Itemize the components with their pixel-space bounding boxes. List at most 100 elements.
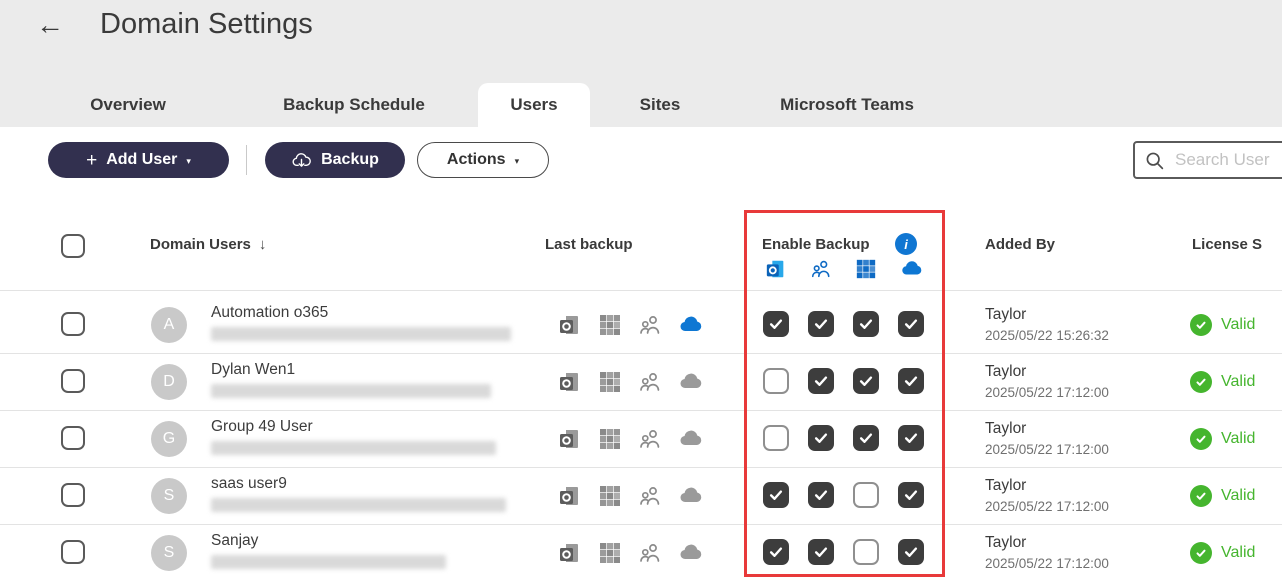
- tab-label: Backup Schedule: [283, 95, 425, 115]
- user-name: Automation o365: [211, 304, 328, 322]
- user-email-redacted: [211, 441, 496, 455]
- added-by-name: Taylor: [985, 306, 1026, 324]
- chevron-down-icon: ▾: [186, 157, 191, 166]
- user-email-redacted: [211, 327, 511, 341]
- table-row: G Group 49 User Taylor 2025/05/22 17:12:…: [0, 411, 1282, 468]
- tab-backup-schedule[interactable]: Backup Schedule: [269, 83, 439, 127]
- enable-people-checkbox[interactable]: [808, 425, 834, 451]
- enable-onedrive-checkbox[interactable]: [898, 311, 924, 337]
- enable-outlook-checkbox[interactable]: [763, 311, 789, 337]
- row-select-checkbox[interactable]: [61, 483, 85, 507]
- user-name: Dylan Wen1: [211, 361, 295, 379]
- sharepoint-backup-icon: [598, 541, 622, 565]
- enable-sharepoint-checkbox[interactable]: [853, 311, 879, 337]
- outlook-backup-icon: [558, 313, 582, 337]
- sort-descending-icon: ↓: [259, 236, 267, 253]
- add-user-button[interactable]: + Add User ▾: [48, 142, 229, 178]
- row-select-checkbox[interactable]: [61, 426, 85, 450]
- tab-label: Overview: [90, 95, 166, 115]
- onedrive-backup-icon: [678, 484, 702, 508]
- column-header-added-by: Added By: [985, 236, 1055, 253]
- tab-label: Sites: [640, 95, 681, 115]
- enable-people-checkbox[interactable]: [808, 368, 834, 394]
- added-by-name: Taylor: [985, 363, 1026, 381]
- tab-sites[interactable]: Sites: [610, 83, 710, 127]
- back-button[interactable]: ←: [36, 8, 64, 42]
- enable-onedrive-checkbox[interactable]: [898, 425, 924, 451]
- enable-people-checkbox[interactable]: [808, 311, 834, 337]
- people-backup-icon: [638, 541, 662, 565]
- sharepoint-grid-icon: [855, 258, 877, 280]
- license-status: Valid: [1221, 544, 1255, 562]
- enable-outlook-checkbox[interactable]: [763, 425, 789, 451]
- user-name: Group 49 User: [211, 418, 313, 436]
- onedrive-backup-icon: [678, 370, 702, 394]
- enable-sharepoint-checkbox[interactable]: [853, 368, 879, 394]
- outlook-backup-icon: [558, 484, 582, 508]
- enable-onedrive-checkbox[interactable]: [898, 368, 924, 394]
- column-header-last-backup: Last backup: [545, 236, 633, 253]
- tab-microsoft-teams[interactable]: Microsoft Teams: [767, 83, 927, 127]
- onedrive-cloud-icon: [900, 258, 922, 280]
- enable-sharepoint-checkbox[interactable]: [853, 425, 879, 451]
- row-select-checkbox[interactable]: [61, 369, 85, 393]
- license-valid-icon: [1190, 485, 1212, 507]
- outlook-backup-icon: [558, 370, 582, 394]
- search-input[interactable]: [1173, 149, 1282, 171]
- license-status: Valid: [1221, 373, 1255, 391]
- tab-users[interactable]: Users: [478, 83, 590, 127]
- enable-sharepoint-checkbox[interactable]: [853, 482, 879, 508]
- enable-onedrive-checkbox[interactable]: [898, 539, 924, 565]
- onedrive-backup-icon: [678, 427, 702, 451]
- info-icon[interactable]: i: [895, 233, 917, 255]
- select-all-checkbox[interactable]: [61, 234, 85, 258]
- license-status: Valid: [1221, 316, 1255, 334]
- people-backup-icon: [638, 484, 662, 508]
- user-email-redacted: [211, 555, 446, 569]
- user-email-redacted: [211, 384, 491, 398]
- onedrive-backup-icon: [678, 541, 702, 565]
- actions-button[interactable]: Actions ▾: [417, 142, 549, 178]
- sharepoint-backup-icon: [598, 484, 622, 508]
- sharepoint-backup-icon: [598, 313, 622, 337]
- sharepoint-backup-icon: [598, 427, 622, 451]
- chevron-down-icon: ▾: [515, 157, 520, 166]
- license-status: Valid: [1221, 430, 1255, 448]
- column-header-domain-users[interactable]: Domain Users ↓: [150, 236, 266, 253]
- avatar: S: [151, 535, 187, 571]
- license-valid-icon: [1190, 371, 1212, 393]
- added-by-name: Taylor: [985, 420, 1026, 438]
- sharepoint-backup-icon: [598, 370, 622, 394]
- people-icon: [810, 258, 832, 280]
- toolbar-divider: [246, 145, 247, 175]
- cloud-download-icon: [291, 150, 312, 171]
- outlook-backup-icon: [558, 541, 582, 565]
- outlook-backup-icon: [558, 427, 582, 451]
- user-email-redacted: [211, 498, 506, 512]
- added-time: 2025/05/22 17:12:00: [985, 556, 1109, 571]
- row-select-checkbox[interactable]: [61, 540, 85, 564]
- backup-label: Backup: [321, 151, 379, 169]
- plus-icon: +: [86, 151, 97, 170]
- table-row: D Dylan Wen1 Taylor 2025/05/22 17:12:00 …: [0, 354, 1282, 411]
- enable-people-checkbox[interactable]: [808, 482, 834, 508]
- table-row: S saas user9 Taylor 2025/05/22 17:12:00 …: [0, 468, 1282, 525]
- enable-outlook-checkbox[interactable]: [763, 482, 789, 508]
- search-icon: [1144, 150, 1165, 171]
- avatar: D: [151, 364, 187, 400]
- backup-button[interactable]: Backup: [265, 142, 405, 178]
- avatar: A: [151, 307, 187, 343]
- enable-sharepoint-checkbox[interactable]: [853, 539, 879, 565]
- people-backup-icon: [638, 427, 662, 451]
- enable-outlook-checkbox[interactable]: [763, 368, 789, 394]
- row-select-checkbox[interactable]: [61, 312, 85, 336]
- tab-label: Microsoft Teams: [780, 95, 914, 115]
- license-valid-icon: [1190, 428, 1212, 450]
- tab-overview[interactable]: Overview: [68, 83, 188, 127]
- table-row: S Sanjay Taylor 2025/05/22 17:12:00 Vali…: [0, 525, 1282, 581]
- search-box: [1133, 141, 1282, 179]
- user-name: saas user9: [211, 475, 287, 493]
- enable-people-checkbox[interactable]: [808, 539, 834, 565]
- enable-outlook-checkbox[interactable]: [763, 539, 789, 565]
- enable-onedrive-checkbox[interactable]: [898, 482, 924, 508]
